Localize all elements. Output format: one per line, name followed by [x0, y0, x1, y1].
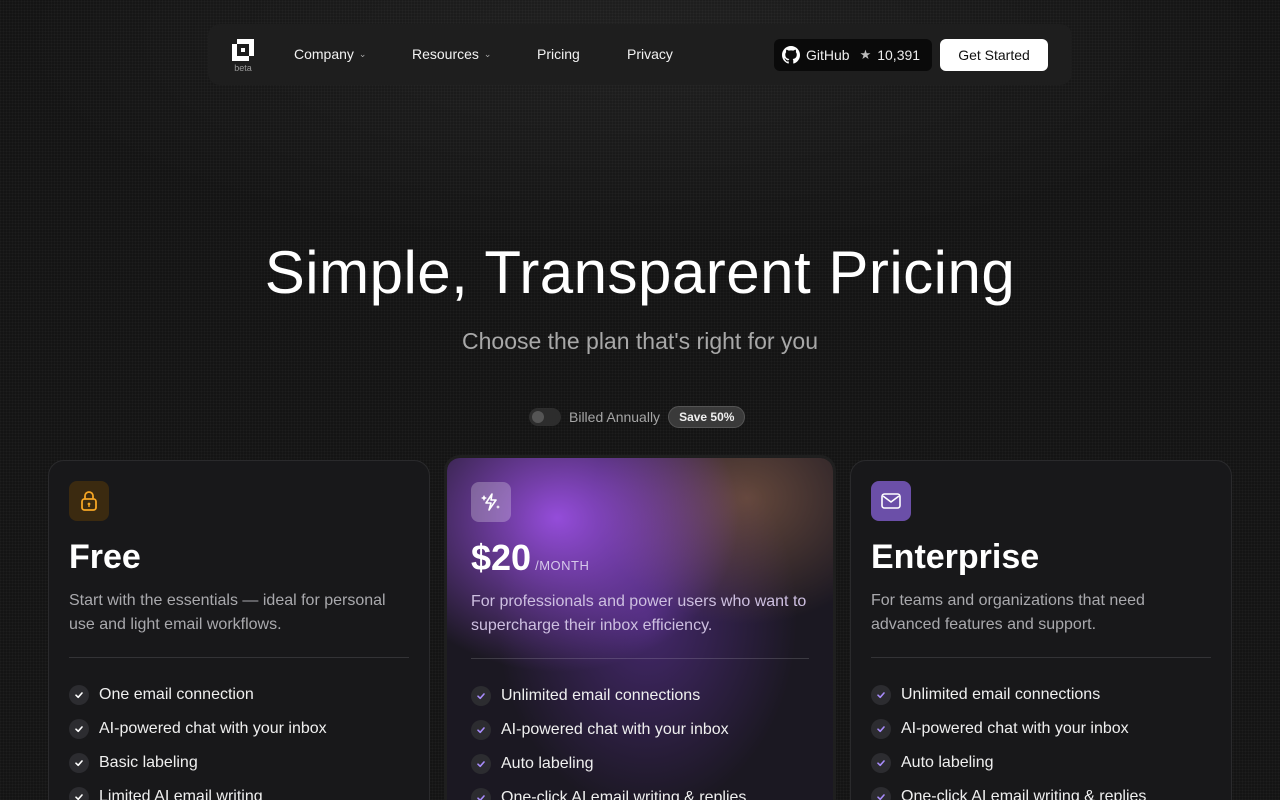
feature-item: Limited AI email writing	[69, 780, 409, 800]
feature-item: Auto labeling	[871, 746, 1211, 780]
feature-label: Unlimited email connections	[901, 686, 1101, 703]
nav-resources-label: Resources	[412, 46, 479, 62]
feature-label: One-click AI email writing & replies	[501, 789, 747, 800]
check-icon	[69, 787, 89, 800]
nav-resources[interactable]: Resources ⌄	[412, 46, 491, 62]
billing-toggle-row: Billed Annually Save 50%	[529, 406, 751, 428]
feature-label: Limited AI email writing	[99, 788, 263, 800]
divider	[69, 657, 409, 658]
plan-card-pro: $20 /MONTH For professionals and power u…	[444, 455, 836, 800]
github-label: GitHub	[806, 47, 850, 63]
github-star-count: 10,391	[877, 47, 921, 63]
nav-pricing[interactable]: Pricing	[537, 46, 580, 62]
plan-title: Enterprise	[871, 538, 1040, 576]
check-icon	[69, 685, 89, 705]
star-icon: ★	[859, 47, 872, 62]
get-started-button[interactable]: Get Started	[940, 39, 1048, 71]
feature-item: One email connection	[69, 678, 409, 712]
check-icon	[871, 685, 891, 705]
chevron-down-icon: ⌄	[358, 48, 367, 59]
mail-icon	[871, 481, 911, 521]
plan-description: Start with the essentials — ideal for pe…	[69, 592, 386, 633]
feature-label: Auto labeling	[501, 755, 594, 772]
page-subtitle: Choose the plan that's right for you	[462, 328, 818, 354]
feature-list: Unlimited email connections AI-powered c…	[471, 679, 809, 800]
feature-label: Basic labeling	[99, 754, 198, 771]
lock-icon	[69, 481, 109, 521]
check-icon	[471, 720, 491, 740]
github-icon	[782, 46, 800, 64]
brand-logo[interactable]: beta	[230, 39, 256, 75]
plan-card-enterprise: Enterprise For teams and organizations t…	[850, 460, 1232, 800]
plan-description: For teams and organizations that need ad…	[871, 592, 1145, 633]
plan-card-free: Free Start with the essentials — ideal f…	[48, 460, 430, 800]
feature-item: Unlimited email connections	[871, 678, 1211, 712]
check-icon	[871, 719, 891, 739]
divider	[471, 658, 809, 659]
logo-icon	[232, 39, 254, 61]
feature-label: Auto labeling	[901, 754, 994, 771]
feature-list: One email connection AI-powered chat wit…	[69, 678, 409, 800]
price-row: $20 /MONTH	[471, 536, 809, 580]
check-icon	[69, 753, 89, 773]
github-button[interactable]: GitHub ★ 10,391	[774, 39, 932, 71]
check-icon	[471, 686, 491, 706]
feature-item: Basic labeling	[69, 746, 409, 780]
beta-label: beta	[234, 63, 252, 73]
feature-label: Unlimited email connections	[501, 687, 701, 704]
feature-item: Auto labeling	[471, 747, 809, 781]
check-icon	[471, 788, 491, 800]
check-icon	[871, 753, 891, 773]
nav-pricing-label: Pricing	[537, 46, 580, 62]
feature-label: One-click AI email writing & replies	[901, 788, 1147, 800]
nav-company[interactable]: Company ⌄	[294, 46, 366, 62]
billing-annual-toggle[interactable]	[529, 408, 561, 426]
feature-item: AI-powered chat with your inbox	[871, 712, 1211, 746]
feature-item: Unlimited email connections	[471, 679, 809, 713]
feature-list: Unlimited email connections AI-powered c…	[871, 678, 1211, 800]
top-navbar: beta Company ⌄ Resources ⌄ Pricing Priva…	[208, 24, 1072, 85]
nav-privacy[interactable]: Privacy	[627, 46, 673, 62]
plan-title: Free	[69, 538, 141, 576]
chevron-down-icon: ⌄	[483, 48, 492, 59]
nav-privacy-label: Privacy	[627, 46, 673, 62]
sparkle-bolt-icon	[471, 482, 511, 522]
feature-label: One email connection	[99, 686, 254, 703]
save-badge: Save 50%	[668, 406, 746, 428]
check-icon	[69, 719, 89, 739]
feature-item: One-click AI email writing & replies	[871, 780, 1211, 800]
nav-company-label: Company	[294, 46, 354, 62]
toggle-knob	[532, 411, 544, 423]
check-icon	[871, 787, 891, 800]
billing-label: Billed Annually	[569, 409, 661, 425]
check-icon	[471, 754, 491, 774]
feature-label: AI-powered chat with your inbox	[501, 721, 729, 738]
page-title: Simple, Transparent Pricing	[264, 239, 1016, 306]
plan-price: $20	[471, 537, 532, 578]
feature-label: AI-powered chat with your inbox	[99, 720, 327, 737]
price-period: /MONTH	[535, 558, 590, 573]
feature-label: AI-powered chat with your inbox	[901, 720, 1129, 737]
divider	[871, 657, 1211, 658]
feature-item: AI-powered chat with your inbox	[69, 712, 409, 746]
plan-description: For professionals and power users who wa…	[471, 593, 807, 634]
feature-item: AI-powered chat with your inbox	[471, 713, 809, 747]
feature-item: One-click AI email writing & replies	[471, 781, 809, 800]
